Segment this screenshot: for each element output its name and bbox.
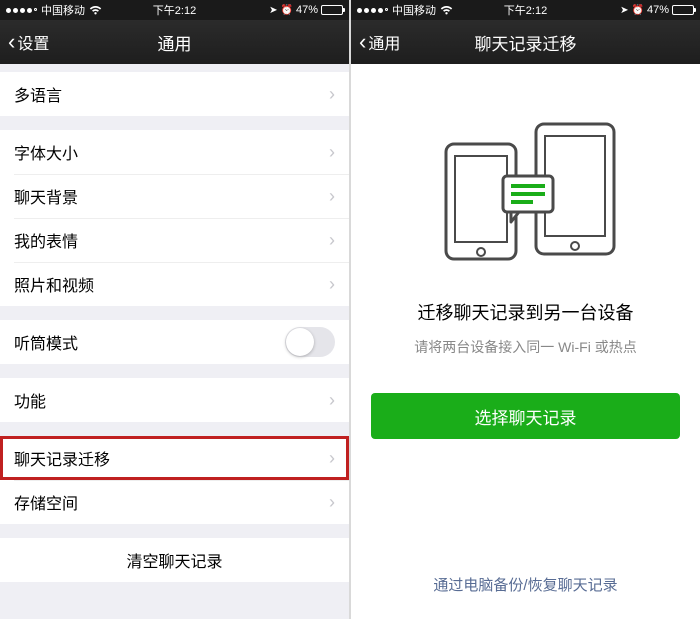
select-chat-history-button[interactable]: 选择聊天记录 bbox=[371, 393, 680, 439]
wifi-icon bbox=[440, 5, 453, 15]
page-title: 通用 bbox=[158, 30, 192, 55]
row-clear-chat-history[interactable]: 清空聊天记录 bbox=[0, 538, 349, 582]
clock: 下午2:12 bbox=[504, 2, 547, 18]
row-label: 听筒模式 bbox=[14, 330, 78, 354]
row-storage[interactable]: 存储空间 › bbox=[0, 480, 349, 524]
chevron-right-icon: › bbox=[329, 492, 335, 513]
row-label: 聊天背景 bbox=[14, 184, 78, 208]
row-label: 多语言 bbox=[14, 82, 62, 106]
chevron-right-icon: › bbox=[329, 230, 335, 251]
nav-bar: ‹ 设置 通用 bbox=[0, 20, 349, 64]
chevron-right-icon: › bbox=[329, 84, 335, 105]
battery-icon bbox=[321, 5, 343, 15]
row-features[interactable]: 功能 › bbox=[0, 378, 349, 422]
migration-subtext: 请将两台设备接入同一 Wi-Fi 或热点 bbox=[414, 337, 636, 357]
row-label: 聊天记录迁移 bbox=[14, 446, 110, 470]
earpiece-mode-toggle[interactable] bbox=[285, 327, 335, 357]
row-multilanguage[interactable]: 多语言 › bbox=[0, 72, 349, 116]
location-icon: ➤ bbox=[269, 5, 277, 16]
signal-strength-icon bbox=[6, 8, 37, 13]
chevron-right-icon: › bbox=[329, 186, 335, 207]
battery-percent: 47% bbox=[647, 4, 669, 16]
back-label: 设置 bbox=[17, 30, 49, 54]
row-label: 字体大小 bbox=[14, 140, 78, 164]
chevron-right-icon: › bbox=[329, 448, 335, 469]
phone-right-chat-migration: 中国移动 下午2:12 ➤ ⏰ 47% ‹ 通用 聊天记录迁移 bbox=[351, 0, 700, 619]
two-phones-illustration bbox=[431, 114, 621, 269]
settings-list: 多语言 › 字体大小 › 聊天背景 › 我的表情 › 照片和视频 bbox=[0, 64, 349, 582]
clock: 下午2:12 bbox=[153, 2, 196, 18]
migration-body: 迁移聊天记录到另一台设备 请将两台设备接入同一 Wi-Fi 或热点 选择聊天记录… bbox=[351, 64, 700, 619]
chevron-right-icon: › bbox=[329, 274, 335, 295]
alarm-icon: ⏰ bbox=[281, 5, 293, 16]
status-bar: 中国移动 下午2:12 ➤ ⏰ 47% bbox=[351, 0, 700, 20]
backup-via-computer-link[interactable]: 通过电脑备份/恢复聊天记录 bbox=[351, 574, 700, 595]
page-title: 聊天记录迁移 bbox=[475, 30, 577, 55]
location-icon: ➤ bbox=[620, 5, 628, 16]
back-button[interactable]: ‹ 通用 bbox=[359, 30, 400, 54]
alarm-icon: ⏰ bbox=[632, 5, 644, 16]
chevron-left-icon: ‹ bbox=[359, 31, 366, 53]
row-chat-background[interactable]: 聊天背景 › bbox=[0, 174, 349, 218]
back-label: 通用 bbox=[368, 30, 400, 54]
row-label: 存储空间 bbox=[14, 490, 78, 514]
row-font-size[interactable]: 字体大小 › bbox=[0, 130, 349, 174]
row-photos-videos[interactable]: 照片和视频 › bbox=[0, 262, 349, 306]
carrier-label: 中国移动 bbox=[392, 2, 436, 18]
wifi-icon bbox=[89, 5, 102, 15]
status-bar: 中国移动 下午2:12 ➤ ⏰ 47% bbox=[0, 0, 349, 20]
row-my-stickers[interactable]: 我的表情 › bbox=[0, 218, 349, 262]
battery-percent: 47% bbox=[296, 4, 318, 16]
back-button[interactable]: ‹ 设置 bbox=[8, 30, 49, 54]
migration-headline: 迁移聊天记录到另一台设备 bbox=[418, 299, 634, 325]
signal-strength-icon bbox=[357, 8, 388, 13]
row-label: 我的表情 bbox=[14, 228, 78, 252]
chevron-left-icon: ‹ bbox=[8, 31, 15, 53]
chevron-right-icon: › bbox=[329, 390, 335, 411]
phone-left-general-settings: 中国移动 下午2:12 ➤ ⏰ 47% ‹ 设置 通用 多 bbox=[0, 0, 349, 619]
row-earpiece-mode[interactable]: 听筒模式 bbox=[0, 320, 349, 364]
carrier-label: 中国移动 bbox=[41, 2, 85, 18]
battery-icon bbox=[672, 5, 694, 15]
row-label: 照片和视频 bbox=[14, 272, 94, 296]
chevron-right-icon: › bbox=[329, 142, 335, 163]
nav-bar: ‹ 通用 聊天记录迁移 bbox=[351, 20, 700, 64]
row-label: 功能 bbox=[14, 388, 46, 412]
row-label: 清空聊天记录 bbox=[126, 548, 222, 572]
row-chat-migration[interactable]: 聊天记录迁移 › bbox=[0, 436, 349, 480]
